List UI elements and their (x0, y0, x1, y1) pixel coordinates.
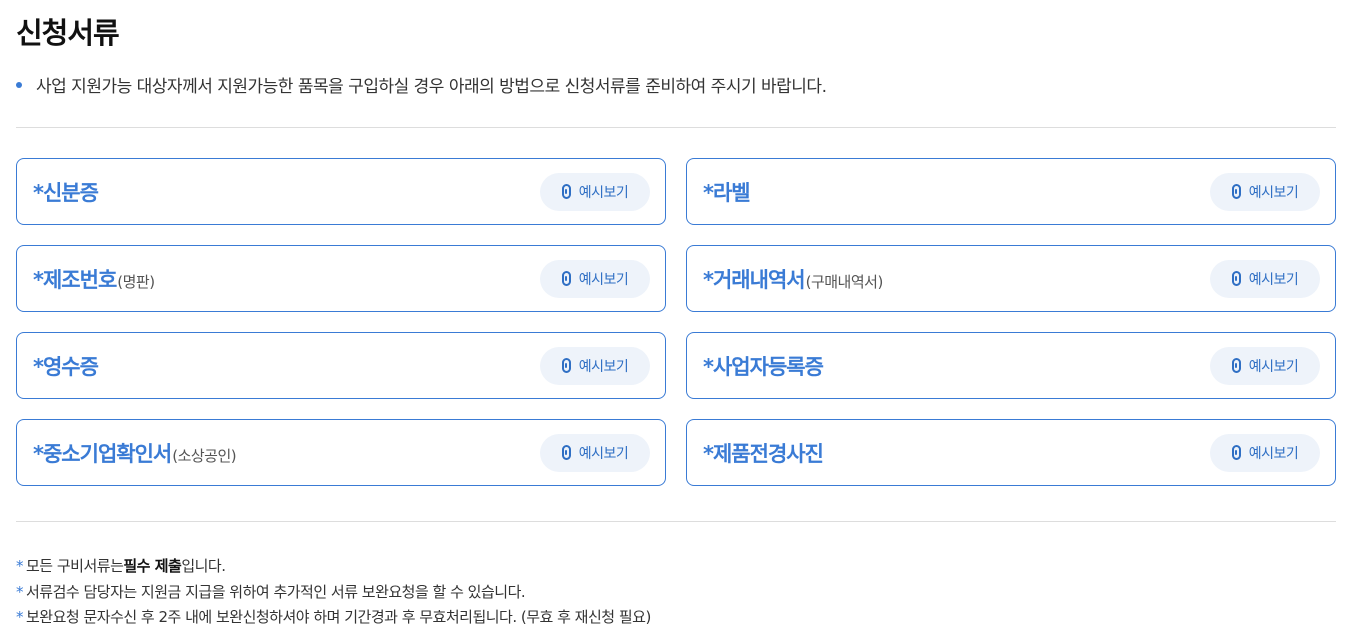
document-name: 라벨 (712, 180, 751, 205)
page-title: 신청서류 (16, 16, 120, 50)
example-button-label: 예시보기 (1248, 184, 1299, 201)
example-button[interactable]: 예시보기 (1210, 346, 1320, 385)
link-icon (1231, 271, 1241, 286)
document-card-id[interactable]: * 신분증 예시보기 (16, 158, 666, 225)
note-text: 서류검수 담당자는 지원금 지급을 위하여 추가적인 서류 보완요청을 할 수 … (26, 582, 526, 601)
example-button-label: 예시보기 (1248, 445, 1299, 462)
note-text: 보완요청 문자수신 후 2주 내에 보완신청하셔야 하며 기간경과 후 무효처리… (26, 608, 651, 627)
required-mark: * (703, 354, 714, 379)
example-button[interactable]: 예시보기 (1210, 259, 1320, 298)
document-name: 영수증 (42, 354, 99, 379)
document-card-product-photo[interactable]: * 제품전경사진 예시보기 (686, 419, 1336, 486)
note-star: * (16, 557, 24, 576)
required-mark: * (703, 441, 714, 466)
bullet-icon (16, 81, 22, 88)
link-icon (1231, 445, 1241, 460)
document-card-sme-certificate[interactable]: * 중소기업확인서 (소상공인) 예시보기 (16, 419, 666, 486)
note-item: * 보완요청 문자수신 후 2주 내에 보완신청하셔야 하며 기간경과 후 무효… (16, 605, 651, 631)
notes: * 모든 구비서류는 필수 제출 입니다. * 서류검수 담당자는 지원금 지급… (16, 554, 651, 631)
example-button[interactable]: 예시보기 (540, 259, 650, 298)
document-card-receipt[interactable]: * 영수증 예시보기 (16, 332, 666, 399)
example-button[interactable]: 예시보기 (540, 433, 650, 472)
document-name: 중소기업확인서 (42, 441, 172, 466)
note-item: * 모든 구비서류는 필수 제출 입니다. (16, 554, 651, 580)
required-mark: * (33, 441, 44, 466)
document-card-business-registration[interactable]: * 사업자등록증 예시보기 (686, 332, 1336, 399)
document-card-serial-number[interactable]: * 제조번호 (명판) 예시보기 (16, 245, 666, 312)
document-name: 사업자등록증 (712, 354, 824, 379)
example-button-label: 예시보기 (578, 184, 629, 201)
link-icon (561, 445, 571, 460)
example-button[interactable]: 예시보기 (1210, 172, 1320, 211)
note-star: * (16, 582, 24, 601)
intro-text: 사업 지원가능 대상자께서 지원가능한 품목을 구입하실 경우 아래의 방법으로… (16, 72, 827, 97)
example-button-label: 예시보기 (1248, 271, 1299, 288)
example-button[interactable]: 예시보기 (540, 346, 650, 385)
document-name: 거래내역서 (712, 267, 806, 292)
document-name: 신분증 (42, 180, 99, 205)
required-mark: * (33, 180, 44, 205)
document-name: 제조번호 (42, 267, 117, 292)
divider (16, 127, 1336, 128)
required-mark: * (703, 180, 714, 205)
required-mark: * (703, 267, 714, 292)
note-star: * (16, 608, 24, 627)
note-text-end: 입니다. (181, 557, 226, 576)
link-icon (1231, 184, 1241, 199)
link-icon (561, 184, 571, 199)
example-button-label: 예시보기 (578, 271, 629, 288)
required-mark: * (33, 354, 44, 379)
note-emphasis: 필수 제출 (123, 557, 182, 576)
document-sub: (명판) (117, 272, 155, 291)
note-text: 모든 구비서류는 (26, 557, 124, 576)
intro-label: 사업 지원가능 대상자께서 지원가능한 품목을 구입하실 경우 아래의 방법으로… (36, 77, 827, 97)
example-button-label: 예시보기 (1248, 358, 1299, 375)
example-button-label: 예시보기 (578, 358, 629, 375)
note-item: * 서류검수 담당자는 지원금 지급을 위하여 추가적인 서류 보완요청을 할 … (16, 580, 651, 606)
document-card-label[interactable]: * 라벨 예시보기 (686, 158, 1336, 225)
document-card-transaction[interactable]: * 거래내역서 (구매내역서) 예시보기 (686, 245, 1336, 312)
document-sub: (소상공인) (172, 446, 237, 465)
document-name: 제품전경사진 (712, 441, 824, 466)
link-icon (1231, 358, 1241, 373)
link-icon (561, 358, 571, 373)
example-button[interactable]: 예시보기 (540, 172, 650, 211)
document-sub: (구매내역서) (805, 272, 884, 291)
document-grid: * 신분증 예시보기 * 라벨 예시보기 * 제조번호 (명판) 예시보기 * … (16, 158, 1336, 486)
divider (16, 521, 1336, 522)
example-button-label: 예시보기 (578, 445, 629, 462)
required-mark: * (33, 267, 44, 292)
link-icon (561, 271, 571, 286)
example-button[interactable]: 예시보기 (1210, 433, 1320, 472)
